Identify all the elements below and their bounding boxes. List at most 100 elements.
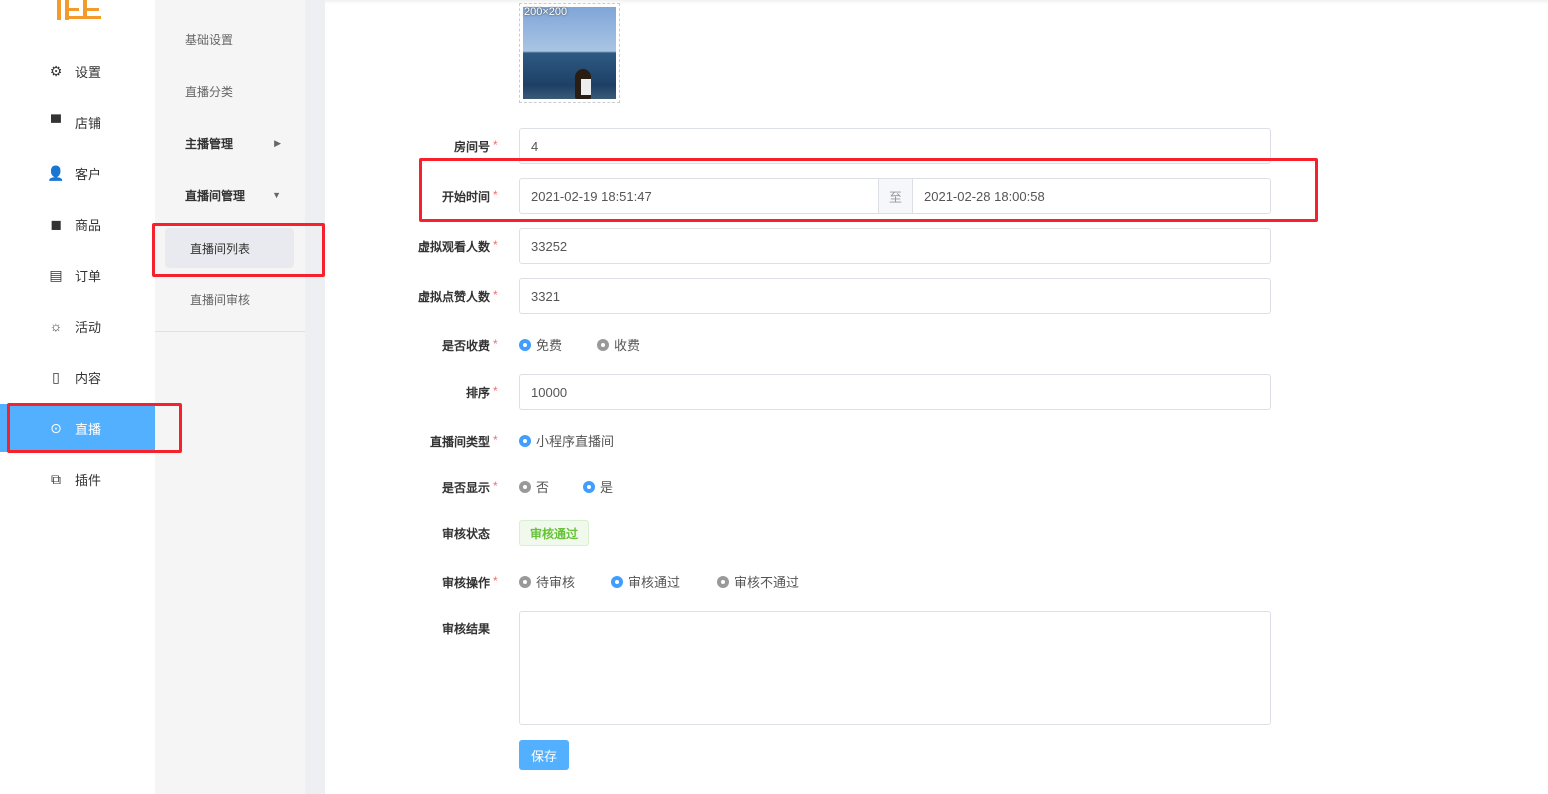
submenu-live-category[interactable]: 直播分类 <box>155 71 305 111</box>
nav-item-plugins[interactable]: ⧉ 插件 <box>0 455 155 503</box>
viewers-input[interactable]: 33252 <box>519 228 1271 264</box>
range-separator: 至 <box>878 179 913 213</box>
submenu-label: 直播间审核 <box>190 292 251 307</box>
radio-mini-program[interactable]: 小程序直播间 <box>519 431 614 450</box>
nav-item-settings[interactable]: ⚙ 设置 <box>0 47 155 95</box>
radio-rejected[interactable]: 审核不通过 <box>717 572 799 591</box>
required-mark: * <box>493 433 498 447</box>
start-date-input[interactable]: 2021-02-19 18:51:47 <box>520 179 878 213</box>
radio-label: 免费 <box>536 338 563 353</box>
submenu-room-audit[interactable]: 直播间审核 <box>155 279 305 319</box>
radio-pending[interactable]: 待审核 <box>519 572 575 591</box>
sort-label: 排序 <box>465 386 490 400</box>
audit-result-textarea[interactable] <box>519 611 1271 725</box>
date-range-picker[interactable]: 2021-02-19 18:51:47 至 2021-02-28 18:00:5… <box>519 178 1271 214</box>
separator-strip <box>305 0 325 794</box>
user-icon: 👤 <box>47 164 65 181</box>
audit-status-label: 审核状态 <box>441 527 490 541</box>
radio-paid[interactable]: 收费 <box>597 335 640 354</box>
required-mark: * <box>493 238 498 252</box>
required-mark: * <box>493 384 498 398</box>
room-type-label: 直播间类型 <box>429 435 490 449</box>
notebook-icon: ▯ <box>52 368 60 385</box>
show-label: 是否显示 <box>441 481 490 495</box>
start-time-label: 开始时间 <box>441 190 490 204</box>
room-no-value: 4 <box>531 138 539 154</box>
puzzle-icon: ⧉ <box>51 470 61 487</box>
radio-label: 小程序直播间 <box>536 434 615 449</box>
nav-label: 订单 <box>75 268 102 284</box>
radio-hide[interactable]: 否 <box>519 477 549 496</box>
submenu-room-list[interactable]: 直播间列表 <box>165 228 294 268</box>
audit-action-label: 审核操作 <box>441 576 490 590</box>
required-mark: * <box>493 574 498 588</box>
end-date-value: 2021-02-28 18:00:58 <box>924 188 1045 204</box>
submenu-label: 基础设置 <box>185 32 234 47</box>
audit-status-tag: 审核通过 <box>519 520 589 546</box>
sun-icon: ☼ <box>49 318 63 334</box>
submenu-label: 直播分类 <box>185 84 234 99</box>
room-no-label: 房间号 <box>453 140 490 154</box>
nav-item-content[interactable]: ▯ 内容 <box>0 353 155 401</box>
radio-label: 审核不通过 <box>734 575 800 590</box>
radio-label: 收费 <box>614 338 641 353</box>
caret-down-icon: ▼ <box>272 190 281 200</box>
nav-label: 设置 <box>75 64 102 80</box>
image-size-label: 200×200 <box>524 6 568 18</box>
submenu-anchor-management[interactable]: 主播管理 ▶ <box>155 123 305 163</box>
submenu-basic-settings[interactable]: 基础设置 <box>155 19 305 59</box>
submenu-label: 直播间管理 <box>185 188 246 203</box>
store-icon: ▀ <box>51 114 61 130</box>
start-date-value: 2021-02-19 18:51:47 <box>531 188 652 204</box>
nav-item-customers[interactable]: 👤 客户 <box>0 149 155 197</box>
cover-image <box>523 7 616 99</box>
nav-label: 插件 <box>75 472 102 488</box>
radio-label: 审核通过 <box>628 575 681 590</box>
cover-image-upload[interactable]: 200×200 <box>519 3 620 103</box>
top-shadow <box>325 0 1548 4</box>
radio-show[interactable]: 是 <box>583 477 613 496</box>
room-no-input[interactable]: 4 <box>519 128 1271 164</box>
radio-free[interactable]: 免费 <box>519 335 562 354</box>
divider <box>155 331 305 332</box>
nav-label: 内容 <box>75 370 102 386</box>
radio-label: 是 <box>600 480 614 495</box>
submenu-room-management[interactable]: 直播间管理 ▼ <box>155 175 305 215</box>
gear-icon: ⚙ <box>49 62 63 79</box>
save-button[interactable]: 保存 <box>519 740 569 770</box>
fee-label: 是否收费 <box>441 339 490 353</box>
nav-label: 直播 <box>75 421 102 437</box>
caret-right-icon: ▶ <box>274 137 281 148</box>
sort-value: 10000 <box>531 384 568 400</box>
bag-icon: ◼ <box>50 215 62 232</box>
nav-label: 活动 <box>75 319 102 335</box>
nav-item-activities[interactable]: ☼ 活动 <box>0 302 155 350</box>
required-mark: * <box>493 138 498 152</box>
nav-item-store[interactable]: ▀ 店铺 <box>0 98 155 146</box>
nav-item-live[interactable]: ⊙ 直播 <box>0 404 155 452</box>
radio-approved[interactable]: 审核通过 <box>611 572 680 591</box>
submenu: 基础设置 直播分类 主播管理 ▶ 直播间管理 ▼ 直播间列表 直播间审核 <box>155 0 305 794</box>
required-mark: * <box>493 337 498 351</box>
sort-input[interactable]: 10000 <box>519 374 1271 410</box>
required-mark: * <box>493 188 498 202</box>
required-mark: * <box>493 479 498 493</box>
nav-item-orders[interactable]: ▤ 订单 <box>0 251 155 299</box>
viewers-value: 33252 <box>531 238 568 254</box>
nav-label: 商品 <box>75 217 102 233</box>
submenu-label: 主播管理 <box>185 136 234 151</box>
nav-label: 客户 <box>75 166 102 182</box>
nav-label: 店铺 <box>75 115 102 131</box>
required-mark: * <box>493 288 498 302</box>
likes-input[interactable]: 3321 <box>519 278 1271 314</box>
submenu-label: 直播间列表 <box>190 241 251 256</box>
viewers-label: 虚拟观看人数 <box>417 240 490 254</box>
clipboard-icon: ▤ <box>49 266 63 283</box>
nav-item-products[interactable]: ◼ 商品 <box>0 200 155 248</box>
play-circle-icon: ⊙ <box>50 419 62 436</box>
logo <box>57 0 103 20</box>
audit-result-label: 审核结果 <box>441 622 490 636</box>
radio-label: 待审核 <box>536 575 576 590</box>
end-date-input[interactable]: 2021-02-28 18:00:58 <box>913 179 1270 213</box>
likes-value: 3321 <box>531 288 560 304</box>
